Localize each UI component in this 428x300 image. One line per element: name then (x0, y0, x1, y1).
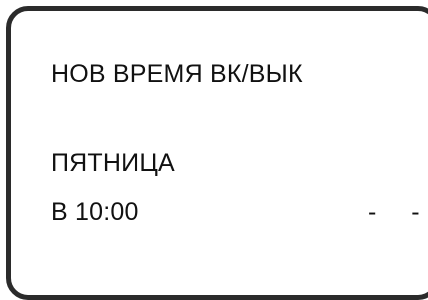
menu-title: НОВ ВРЕМЯ ВК/ВЫК (51, 60, 303, 88)
weekday-value: ПЯТНИЦА (51, 149, 175, 177)
switch-off-time: - - (368, 198, 428, 226)
switch-on-time: В 10:00 (51, 198, 139, 226)
